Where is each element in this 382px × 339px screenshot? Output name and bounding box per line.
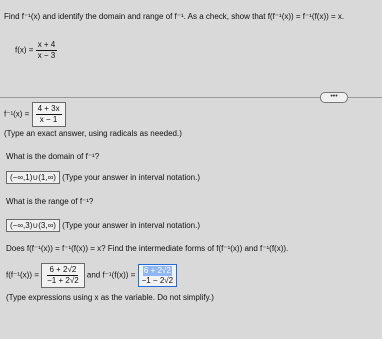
domain-question: What is the domain of f⁻¹? — [6, 152, 100, 161]
inverse-numerator: 4 + 3x — [35, 104, 62, 115]
function-definition: f(x) = x + 4 x − 3 — [15, 40, 58, 61]
inverse-label: f⁻¹(x) = — [4, 109, 30, 119]
inverse-answer-box[interactable]: 4 + 3x x − 1 — [31, 102, 66, 127]
check-hint: (Type expressions using x as the variabl… — [6, 293, 214, 302]
inverse-hint: (Type an exact answer, using radicals as… — [4, 129, 182, 138]
range-answer-field[interactable]: (−∞,3)∪(3,∞) — [6, 219, 60, 232]
range-row: (−∞,3)∪(3,∞) (Type your answer in interv… — [6, 219, 200, 232]
right-composition-label: and f⁻¹(f(x)) = — [86, 270, 136, 280]
left-denominator: −1 + 2√2 — [47, 276, 79, 285]
problem-instruction: Find f⁻¹(x) and identify the domain and … — [4, 12, 345, 21]
check-question: Does f(f⁻¹(x)) = f⁻¹(f(x)) = x? Find the… — [6, 244, 289, 253]
more-button[interactable]: ••• — [320, 92, 348, 103]
range-question: What is the range of f⁻¹? — [6, 197, 94, 206]
right-denominator: −1 − 2√2 — [141, 276, 174, 285]
inverse-row: f⁻¹(x) = 4 + 3x x − 1 — [4, 102, 66, 127]
range-hint: (Type your answer in interval notation.) — [62, 221, 201, 230]
f-fraction: x + 4 x − 3 — [35, 40, 58, 61]
right-numerator[interactable]: 6 + 2√2 — [142, 266, 172, 276]
left-composition-box[interactable]: 6 + 2√2 −1 + 2√2 — [41, 263, 85, 288]
domain-row: (−∞,1)∪(1,∞) (Type your answer in interv… — [6, 171, 200, 184]
f-numerator: x + 4 — [35, 40, 58, 51]
left-numerator: 6 + 2√2 — [47, 265, 79, 276]
domain-answer-field[interactable]: (−∞,1)∪(1,∞) — [6, 171, 60, 184]
divider — [0, 97, 320, 98]
f-denominator: x − 3 — [37, 51, 56, 60]
left-composition-label: f(f⁻¹(x)) = — [6, 270, 39, 280]
check-row: f(f⁻¹(x)) = 6 + 2√2 −1 + 2√2 and f⁻¹(f(x… — [6, 263, 178, 288]
divider-right — [347, 97, 382, 98]
domain-hint: (Type your answer in interval notation.) — [62, 173, 201, 182]
f-label: f(x) = — [15, 45, 34, 55]
inverse-denominator: x − 1 — [39, 115, 58, 124]
right-composition-box[interactable]: 6 + 2√2 −1 − 2√2 — [137, 264, 178, 287]
